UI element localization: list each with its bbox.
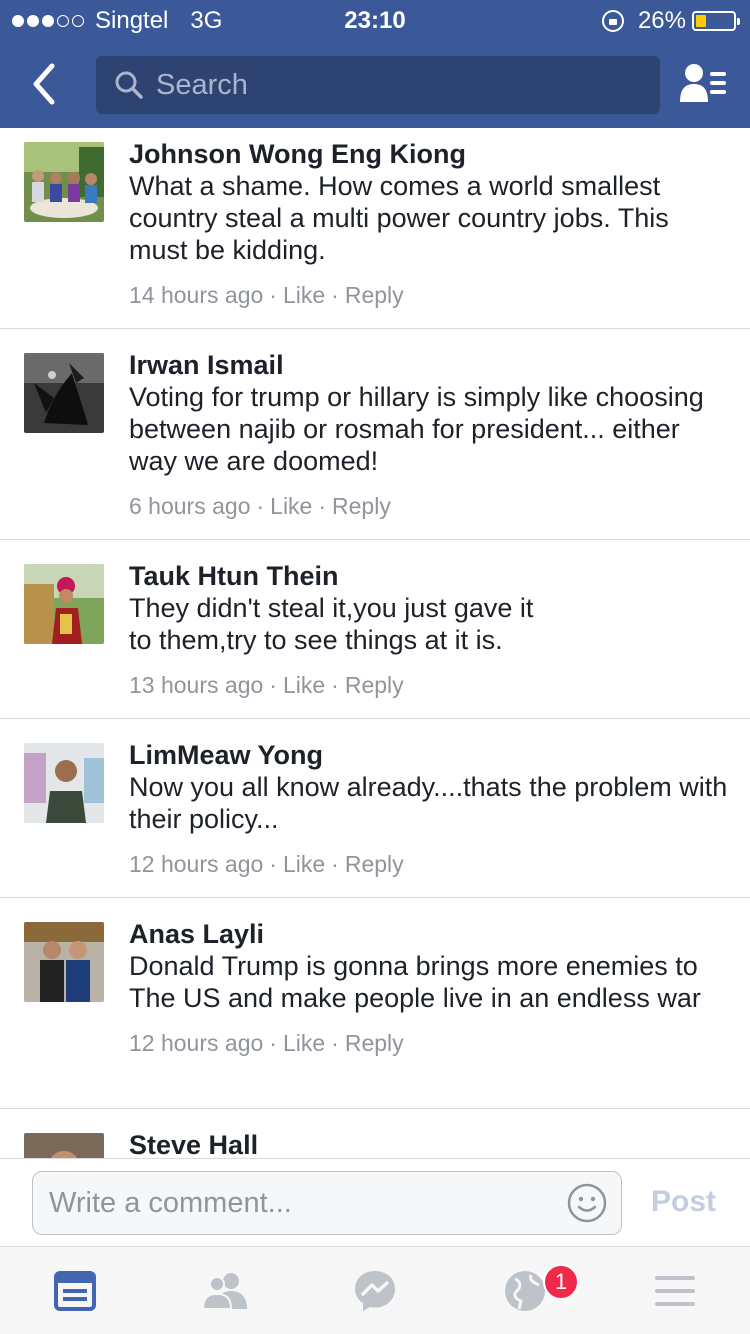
- rotation-lock-icon: [601, 10, 624, 32]
- smiley-icon: [567, 1183, 607, 1223]
- friend-list-button[interactable]: [678, 62, 728, 106]
- comments-list[interactable]: Johnson Wong Eng Kiong What a shame. How…: [0, 128, 750, 1158]
- status-bar: Singtel 3G 23:10 26%: [0, 0, 750, 40]
- menu-icon: [655, 1276, 695, 1306]
- comment-meta: 12 hours ago · Like · Reply: [129, 849, 404, 879]
- comment-text: Now you all know already....thats the pr…: [129, 772, 728, 834]
- friends-icon: [201, 1273, 247, 1310]
- comment-item: Steve Hall: [0, 1109, 750, 1158]
- comment-composer: Post: [0, 1158, 750, 1246]
- comment-time: 13 hours ago: [129, 672, 264, 698]
- back-button[interactable]: [22, 60, 70, 108]
- comment-author[interactable]: Tauk Htun Thein: [129, 560, 730, 592]
- avatar[interactable]: [24, 564, 104, 644]
- tab-notifications[interactable]: [501, 1267, 549, 1315]
- comment-author[interactable]: Irwan Ismail: [129, 349, 730, 381]
- battery-icon: [692, 11, 740, 31]
- emoji-button[interactable]: [567, 1183, 607, 1223]
- comment-time: 14 hours ago: [129, 282, 264, 308]
- comment-item: Tauk Htun Thein They didn't steal it,you…: [0, 540, 750, 719]
- comment-item: LimMeaw Yong Now you all know already...…: [0, 719, 750, 898]
- comment-text: What a shame. How comes a world smallest…: [129, 171, 669, 265]
- comment-time: 12 hours ago: [129, 1030, 264, 1056]
- tab-friends[interactable]: [201, 1267, 249, 1315]
- like-link[interactable]: Like: [283, 670, 325, 700]
- reply-link[interactable]: Reply: [332, 491, 391, 521]
- battery-percent: 26%: [637, 7, 686, 34]
- comment-author[interactable]: Johnson Wong Eng Kiong: [129, 138, 730, 170]
- chevron-left-icon: [33, 63, 55, 105]
- avatar[interactable]: [24, 922, 104, 1002]
- like-link[interactable]: Like: [283, 280, 325, 310]
- search-placeholder: Search: [156, 68, 248, 101]
- avatar[interactable]: [24, 353, 104, 433]
- avatar[interactable]: [24, 743, 104, 823]
- comment-item: Anas Layli Donald Trump is gonna brings …: [0, 898, 750, 1109]
- avatar[interactable]: [24, 1133, 104, 1158]
- comment-item: Irwan Ismail Voting for trump or hillary…: [0, 329, 750, 540]
- comment-meta: 6 hours ago · Like · Reply: [129, 491, 391, 521]
- like-link[interactable]: Like: [283, 849, 325, 879]
- news-feed-icon: [54, 1271, 96, 1311]
- like-link[interactable]: Like: [270, 491, 312, 521]
- friend-list-icon: [680, 64, 726, 102]
- notification-badge: 1: [543, 1264, 579, 1300]
- comment-author[interactable]: Anas Layli: [129, 918, 730, 950]
- search-input[interactable]: Search: [96, 56, 660, 114]
- tab-menu[interactable]: [651, 1267, 699, 1315]
- comment-text: They didn't steal it,you just gave it to…: [129, 593, 534, 655]
- messenger-icon: [355, 1271, 395, 1311]
- tab-news-feed[interactable]: [51, 1267, 99, 1315]
- comment-author[interactable]: LimMeaw Yong: [129, 739, 730, 771]
- comment-time: 6 hours ago: [129, 493, 251, 519]
- comment-item: Johnson Wong Eng Kiong What a shame. How…: [0, 128, 750, 329]
- comment-meta: 13 hours ago · Like · Reply: [129, 670, 404, 700]
- reply-link[interactable]: Reply: [345, 1028, 404, 1058]
- reply-link[interactable]: Reply: [345, 849, 404, 879]
- tab-messenger[interactable]: [351, 1267, 399, 1315]
- avatar[interactable]: [24, 142, 104, 222]
- tab-bar: [0, 1246, 750, 1334]
- reply-link[interactable]: Reply: [345, 670, 404, 700]
- post-button[interactable]: Post: [651, 1185, 716, 1219]
- comment-text: Donald Trump is gonna brings more enemie…: [129, 951, 701, 1013]
- comment-input[interactable]: [49, 1172, 549, 1234]
- comment-author[interactable]: Steve Hall: [129, 1129, 730, 1158]
- reply-link[interactable]: Reply: [345, 280, 404, 310]
- comment-time: 12 hours ago: [129, 851, 264, 877]
- comment-meta: 12 hours ago · Like · Reply: [129, 1028, 404, 1058]
- like-link[interactable]: Like: [283, 1028, 325, 1058]
- notifications-globe-icon: [505, 1271, 545, 1311]
- comment-meta: 14 hours ago · Like · Reply: [129, 280, 404, 310]
- top-bar: Singtel 3G 23:10 26% Search: [0, 0, 750, 128]
- search-icon: [115, 71, 143, 99]
- comment-box: [32, 1171, 622, 1235]
- comment-text: Voting for trump or hillary is simply li…: [129, 382, 704, 476]
